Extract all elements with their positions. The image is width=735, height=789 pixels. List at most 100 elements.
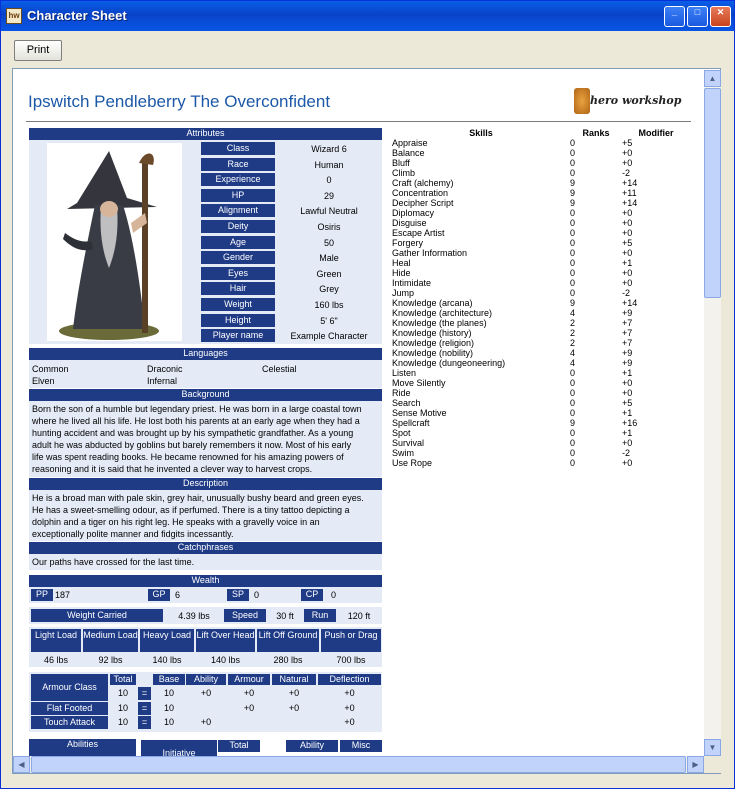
skill-modifier: +0 <box>622 438 633 448</box>
equals-sign: = <box>138 716 151 729</box>
vertical-scrollbar[interactable]: ▲ ▼ <box>704 70 721 756</box>
skill-ranks: 0 <box>570 378 576 388</box>
skill-name: Use Rope <box>392 458 433 468</box>
skill-ranks: 0 <box>570 448 576 458</box>
skill-modifier: +0 <box>622 148 633 158</box>
skill-row: Survival 0 +0 <box>392 438 690 448</box>
speed-label: Speed <box>224 609 266 622</box>
skill-name: Spellcraft <box>392 418 430 428</box>
skill-row: Ride 0 +0 <box>392 388 690 398</box>
load-header: Lift Over Head <box>196 629 255 652</box>
horizontal-scroll-thumb[interactable] <box>31 756 686 773</box>
skill-modifier: +7 <box>622 318 633 328</box>
attribute-value: 29 <box>323 190 334 201</box>
skill-ranks: 0 <box>570 288 576 298</box>
attribute-value: Osiris <box>317 222 341 232</box>
skill-ranks: 0 <box>570 428 576 438</box>
horizontal-scrollbar[interactable]: ◀ ▶ <box>13 756 704 773</box>
skill-ranks: 0 <box>570 458 576 468</box>
skill-name: Move Silently <box>392 378 446 388</box>
skill-ranks: 0 <box>570 148 576 158</box>
skill-name: Ride <box>392 388 411 398</box>
skill-modifier: +1 <box>622 258 633 268</box>
background-line: reasoning and it is said that he invente… <box>32 464 313 474</box>
character-name: Ipswitch Pendleberry The Overconfident <box>28 92 331 111</box>
weight-carried-value: 4.39 lbs <box>178 611 210 621</box>
attribute-value: 5' 6" <box>320 315 338 326</box>
equals-sign: = <box>138 702 151 715</box>
language-item: Elven <box>32 376 55 386</box>
skill-modifier: +0 <box>622 228 633 238</box>
skill-ranks: 0 <box>570 208 576 218</box>
attribute-label: Experience <box>201 173 275 187</box>
cp-label: CP <box>301 589 323 601</box>
skill-row: Swim 0 -2 <box>392 448 690 458</box>
attribute-value: Example Character <box>290 331 368 342</box>
load-value: 700 lbs <box>336 655 366 665</box>
skill-ranks: 0 <box>570 138 576 148</box>
minimize-button[interactable]: _ <box>664 6 685 27</box>
skill-name: Forgery <box>392 238 424 248</box>
print-button[interactable]: Print <box>14 40 62 61</box>
skill-name: Climb <box>392 168 416 178</box>
pp-value: 187 <box>55 590 71 600</box>
skill-name: Appraise <box>392 138 428 148</box>
armour-natural: +0 <box>288 688 300 698</box>
attribute-label: Player name <box>201 329 275 343</box>
hero-workshop-logo: hero workshop <box>574 88 690 114</box>
skill-row: Hide 0 +0 <box>392 268 690 278</box>
attribute-label: Age <box>201 235 275 249</box>
sp-value: 0 <box>254 590 260 600</box>
attribute-label: Height <box>201 313 275 327</box>
skill-ranks: 0 <box>570 388 576 398</box>
attribute-label: Hair <box>201 282 275 296</box>
scroll-up-arrow-icon[interactable]: ▲ <box>704 70 721 87</box>
skill-name: Intimidate <box>392 278 432 288</box>
skill-name: Knowledge (history) <box>392 328 472 338</box>
armour-col-header: Armour <box>228 674 270 685</box>
armour-row-label: Flat Footed <box>31 702 108 715</box>
equals-sign: = <box>138 687 151 700</box>
languages-header: Languages <box>29 348 382 360</box>
skill-modifier: +5 <box>622 398 633 408</box>
skill-modifier: +0 <box>622 458 633 468</box>
scroll-down-arrow-icon[interactable]: ▼ <box>704 739 721 756</box>
skill-row: Decipher Script 9 +14 <box>392 198 690 208</box>
armour-col-header: Ability <box>186 674 226 685</box>
skill-modifier: +0 <box>622 218 633 228</box>
vertical-scroll-thumb[interactable] <box>704 88 721 298</box>
armour-base: 10 <box>163 717 174 727</box>
scroll-left-arrow-icon[interactable]: ◀ <box>13 756 30 773</box>
skill-name: Disguise <box>392 218 427 228</box>
title-divider <box>26 121 691 122</box>
title-bar[interactable]: hw Character Sheet _ □ ✕ <box>1 1 734 31</box>
skill-row: Escape Artist 0 +0 <box>392 228 690 238</box>
background-line: hunting accident and was brought up by h… <box>32 428 354 438</box>
load-value: 280 lbs <box>273 655 303 665</box>
skill-ranks: 0 <box>570 168 576 178</box>
skill-modifier: +7 <box>622 338 633 348</box>
attribute-label: Eyes <box>201 266 275 280</box>
skill-row: Sense Motive 0 +1 <box>392 408 690 418</box>
skill-row: Use Rope 0 +0 <box>392 458 690 468</box>
close-button[interactable]: ✕ <box>710 6 731 27</box>
skill-name: Knowledge (the planes) <box>392 318 487 328</box>
window-title: Character Sheet <box>27 8 127 23</box>
attributes-header: Attributes <box>29 128 382 140</box>
skill-ranks: 0 <box>570 158 576 168</box>
attribute-value: Grey <box>319 284 339 295</box>
skill-row: Bluff 0 +0 <box>392 158 690 168</box>
scroll-right-arrow-icon[interactable]: ▶ <box>687 756 704 773</box>
catchphrase-text: Our paths have crossed for the last time… <box>32 557 195 567</box>
armour-natural: +0 <box>288 703 300 713</box>
maximize-button[interactable]: □ <box>687 6 708 27</box>
skill-name: Bluff <box>392 158 410 168</box>
skill-row: Jump 0 -2 <box>392 288 690 298</box>
armour-armour: +0 <box>243 703 255 713</box>
skill-row: Knowledge (architecture) 4 +9 <box>392 308 690 318</box>
description-line: He has a sweet-smelling odour, as if per… <box>32 505 350 515</box>
skills-table: Skills Ranks Modifier Appraise 0 +5 Balance… <box>392 128 690 468</box>
skill-name: Knowledge (arcana) <box>392 298 473 308</box>
load-value: 46 lbs <box>43 655 69 665</box>
skill-modifier: -2 <box>622 288 631 298</box>
